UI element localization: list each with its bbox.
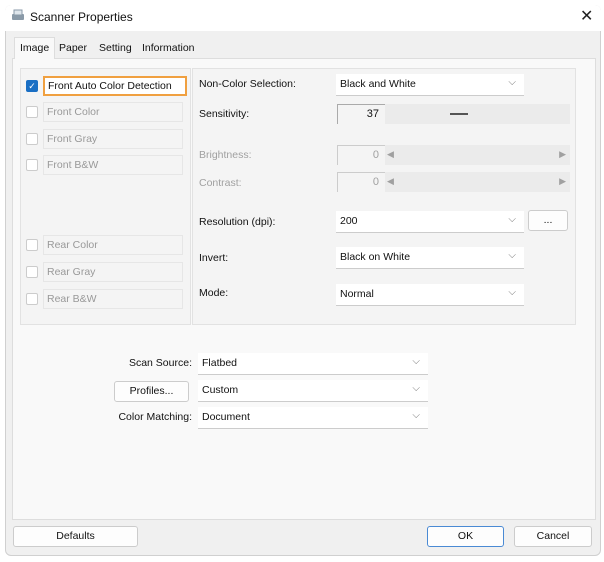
- left-arrow-icon[interactable]: ◀: [387, 176, 394, 187]
- resolution-label: Resolution (dpi):: [199, 216, 276, 228]
- contrast-label: Contrast:: [199, 177, 242, 189]
- front-auto-color-option[interactable]: Front Auto Color Detection: [43, 76, 187, 96]
- mode-value: Normal: [340, 288, 374, 300]
- non-color-value: Black and White: [340, 78, 416, 90]
- resolution-more-button[interactable]: ...: [528, 210, 568, 231]
- brightness-input[interactable]: 0: [337, 145, 385, 165]
- mode-select[interactable]: Normal ⌵: [336, 284, 524, 306]
- chevron-down-icon: ⌵: [412, 383, 420, 394]
- chevron-down-icon: ⌵: [508, 250, 516, 261]
- tab-information[interactable]: Information: [139, 40, 198, 56]
- tab-image[interactable]: Image: [14, 37, 56, 59]
- rear-color-option[interactable]: Rear Color: [43, 235, 183, 255]
- front-color-checkbox[interactable]: [26, 106, 38, 118]
- rear-bw-option[interactable]: Rear B&W: [43, 289, 183, 309]
- tab-paper[interactable]: Paper: [56, 40, 90, 56]
- chevron-down-icon: ⌵: [412, 356, 420, 367]
- profiles-button[interactable]: Profiles...: [114, 381, 189, 402]
- non-color-label: Non-Color Selection:: [199, 78, 296, 90]
- chevron-down-icon: ⌵: [508, 214, 516, 225]
- right-arrow-icon[interactable]: ▶: [559, 176, 566, 187]
- defaults-button[interactable]: Defaults: [13, 526, 138, 547]
- profiles-value: Custom: [202, 384, 239, 396]
- mode-label: Mode:: [199, 287, 229, 299]
- scanner-icon: [11, 9, 25, 21]
- invert-value: Black on White: [340, 251, 411, 263]
- chevron-down-icon: ⌵: [508, 287, 516, 298]
- right-arrow-icon[interactable]: ▶: [559, 149, 566, 160]
- contrast-slider[interactable]: ◀ ▶: [385, 172, 570, 192]
- resolution-value: 200: [340, 215, 358, 227]
- ok-button[interactable]: OK: [427, 526, 504, 547]
- front-bw-option[interactable]: Front B&W: [43, 155, 183, 175]
- scan-source-label: Scan Source:: [128, 357, 192, 369]
- window-title: Scanner Properties: [30, 10, 133, 24]
- brightness-slider[interactable]: ◀ ▶: [385, 145, 570, 165]
- invert-select[interactable]: Black on White ⌵: [336, 247, 524, 269]
- front-gray-checkbox[interactable]: [26, 133, 38, 145]
- tab-setting[interactable]: Setting: [96, 40, 135, 56]
- contrast-input[interactable]: 0: [337, 172, 385, 192]
- brightness-label: Brightness:: [199, 149, 252, 161]
- rear-bw-checkbox[interactable]: [26, 293, 38, 305]
- cancel-button[interactable]: Cancel: [514, 526, 592, 547]
- invert-label: Invert:: [199, 252, 229, 264]
- sensitivity-input[interactable]: 37: [337, 104, 385, 124]
- color-matching-label: Color Matching:: [118, 411, 192, 423]
- slider-thumb[interactable]: [450, 113, 468, 115]
- sensitivity-slider[interactable]: [385, 104, 570, 124]
- profiles-select[interactable]: Custom ⌵: [198, 380, 428, 402]
- chevron-down-icon: ⌵: [508, 77, 516, 88]
- front-bw-checkbox[interactable]: [26, 159, 38, 171]
- non-color-select[interactable]: Black and White ⌵: [336, 74, 524, 96]
- scan-source-value: Flatbed: [202, 357, 238, 369]
- resolution-select[interactable]: 200 ⌵: [336, 211, 524, 233]
- rear-color-checkbox[interactable]: [26, 239, 38, 251]
- left-arrow-icon[interactable]: ◀: [387, 149, 394, 160]
- front-color-option[interactable]: Front Color: [43, 102, 183, 122]
- front-gray-option[interactable]: Front Gray: [43, 129, 183, 149]
- scan-source-select[interactable]: Flatbed ⌵: [198, 353, 428, 375]
- rear-gray-option[interactable]: Rear Gray: [43, 262, 183, 282]
- close-icon[interactable]: ✕: [580, 6, 593, 26]
- rear-gray-checkbox[interactable]: [26, 266, 38, 278]
- color-matching-value: Document: [202, 411, 250, 423]
- color-matching-select[interactable]: Document ⌵: [198, 407, 428, 429]
- sensitivity-label: Sensitivity:: [199, 108, 250, 120]
- chevron-down-icon: ⌵: [412, 410, 420, 421]
- front-auto-color-checkbox[interactable]: ✓: [26, 80, 38, 92]
